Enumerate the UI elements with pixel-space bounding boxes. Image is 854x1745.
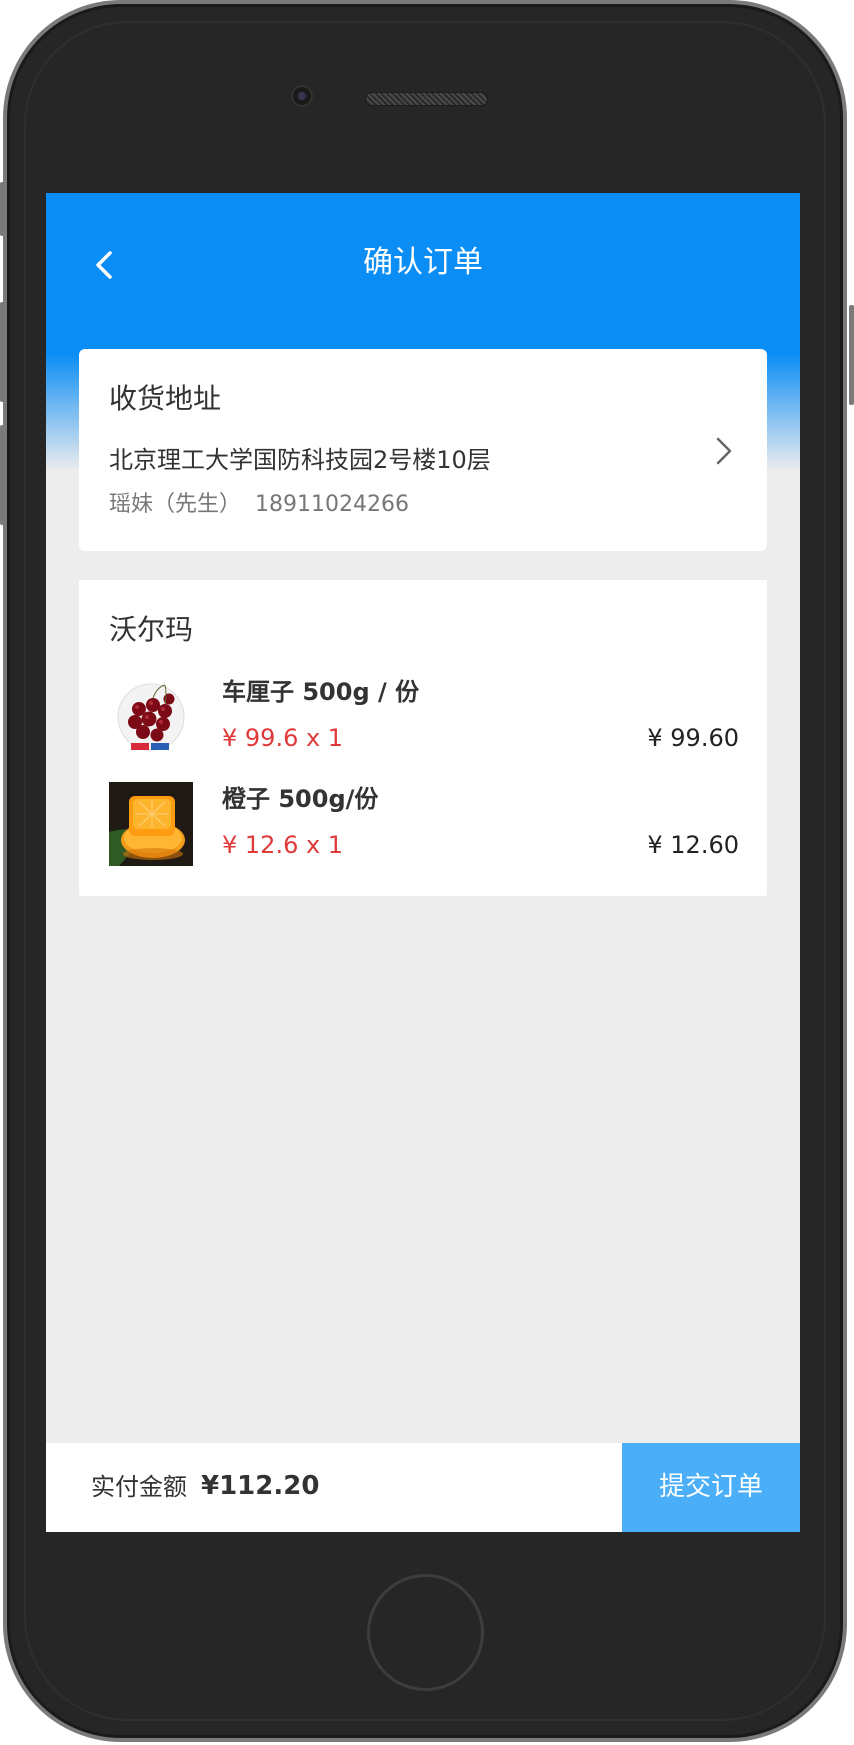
total-amount: ¥112.20: [201, 1471, 320, 1501]
product-name: 车厘子 500g / 份: [222, 678, 420, 706]
app-screen: 确认订单 收货地址 北京理工大学国防科技园2号楼10层 瑶妹（先生） 18911…: [46, 193, 800, 1532]
product-price-quantity: ¥ 99.6 x 1: [222, 724, 344, 752]
list-item[interactable]: 橙子 500g/份 ¥ 12.6 x 1 ¥ 12.60: [109, 782, 739, 866]
earpiece-speaker: [365, 92, 488, 106]
total-label: 实付金额: [91, 1473, 187, 1501]
store-name: 沃尔玛: [109, 613, 194, 646]
product-image-cherries: [109, 675, 193, 759]
power-button: [849, 305, 854, 405]
device-frame: 确认订单 收货地址 北京理工大学国防科技园2号楼10层 瑶妹（先生） 18911…: [0, 0, 854, 1745]
chevron-right-icon: [716, 437, 732, 465]
product-subtotal: ¥ 99.60: [647, 724, 739, 752]
home-button[interactable]: [367, 1574, 484, 1691]
checkout-bar: 实付金额 ¥112.20 提交订单: [46, 1443, 800, 1532]
store-card: 沃尔玛 车厘子 500g / 份 ¥ 99.6 x 1 ¥ 99.60 橙子 5…: [79, 580, 767, 896]
product-name: 橙子 500g/份: [222, 785, 379, 813]
address-heading: 收货地址: [109, 382, 222, 415]
address-text: 北京理工大学国防科技园2号楼10层: [109, 446, 491, 474]
product-price-quantity: ¥ 12.6 x 1: [222, 831, 344, 859]
address-contact: 瑶妹（先生） 18911024266: [109, 492, 409, 517]
list-item[interactable]: 车厘子 500g / 份 ¥ 99.6 x 1 ¥ 99.60: [109, 675, 739, 759]
product-image-orange: [109, 782, 193, 866]
address-card[interactable]: 收货地址 北京理工大学国防科技园2号楼10层 瑶妹（先生） 1891102426…: [79, 349, 767, 551]
submit-order-button[interactable]: 提交订单: [622, 1443, 800, 1532]
page-title: 确认订单: [363, 245, 483, 280]
nav-bar: 确认订单: [46, 193, 800, 333]
product-subtotal: ¥ 12.60: [647, 831, 739, 859]
front-camera: [291, 85, 313, 107]
